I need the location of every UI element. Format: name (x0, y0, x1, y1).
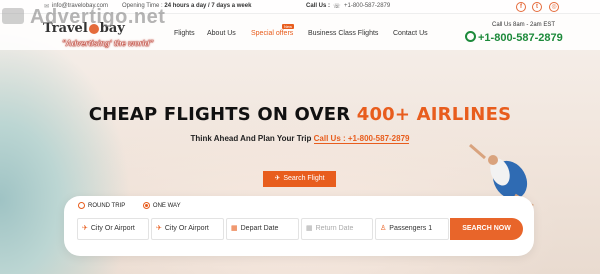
watermark: Advertigo.net (0, 4, 172, 34)
one-way-label[interactable]: ONE WAY (153, 203, 181, 209)
support-hours: Call Us 8am - 2am EST (492, 22, 556, 28)
instagram-icon[interactable]: ◎ (549, 2, 559, 12)
nav-special-offers[interactable]: Special offers (251, 30, 293, 37)
top-phone-link[interactable]: +1-800-587-2879 (344, 3, 390, 9)
round-trip-label[interactable]: ROUND TRIP (88, 203, 125, 209)
hero-phone-link[interactable]: Call Us : +1-800-587-2879 (313, 134, 410, 144)
header-phone-link[interactable]: +1-800-587-2879 (465, 31, 563, 44)
new-badge: New (282, 24, 295, 29)
nav-flights[interactable]: Flights (174, 30, 195, 37)
passengers-select[interactable]: ♙ Passengers 1 (375, 218, 449, 240)
return-date-input: ▦ Return Date (301, 218, 373, 240)
search-flight-tab[interactable]: ✈ Search Flight (263, 171, 336, 187)
from-airport-input[interactable]: ✈ City Or Airport (77, 218, 149, 240)
opening-hours-value: 24 hours a day / 7 days a week (164, 3, 252, 9)
to-airport-input[interactable]: ✈ City Or Airport (151, 218, 224, 240)
call-us-label: Call Us : (306, 3, 331, 9)
user-icon: ♙ (380, 225, 387, 232)
twitter-icon[interactable]: t (532, 2, 542, 12)
facebook-icon[interactable]: f (516, 2, 526, 12)
phone-icon: ☏ (333, 4, 341, 10)
nav-contact-us[interactable]: Contact Us (393, 30, 428, 37)
nav-business-class[interactable]: Business Class Flights (308, 30, 378, 37)
flight-search-form: ROUND TRIP ONE WAY ✈ City Or Airport ✈ Cit… (64, 196, 534, 256)
hero-subtitle: Think Ahead And Plan Your Trip Call Us :… (190, 134, 410, 144)
one-way-radio[interactable] (142, 202, 150, 209)
search-now-button[interactable]: SEARCH NOW (450, 218, 523, 240)
logo-tagline: "Advertising' the world" (62, 39, 154, 48)
plane-landing-icon: ✈ (156, 225, 162, 232)
hero-title: CHEAP FLIGHTS ON OVER 400+ AIRLINES (88, 104, 512, 125)
camera-icon (2, 8, 24, 24)
calendar-icon: ▦ (231, 225, 238, 232)
whatsapp-icon (465, 31, 476, 42)
calendar-icon: ▦ (306, 225, 313, 232)
trip-type-selector: ROUND TRIP ONE WAY (78, 202, 197, 209)
nav-about-us[interactable]: About Us (207, 30, 236, 37)
plane-takeoff-icon: ✈ (82, 225, 88, 232)
round-trip-radio[interactable] (78, 202, 85, 209)
depart-date-input[interactable]: ▦ Depart Date (226, 218, 299, 240)
plane-icon: ✈ (274, 175, 281, 182)
